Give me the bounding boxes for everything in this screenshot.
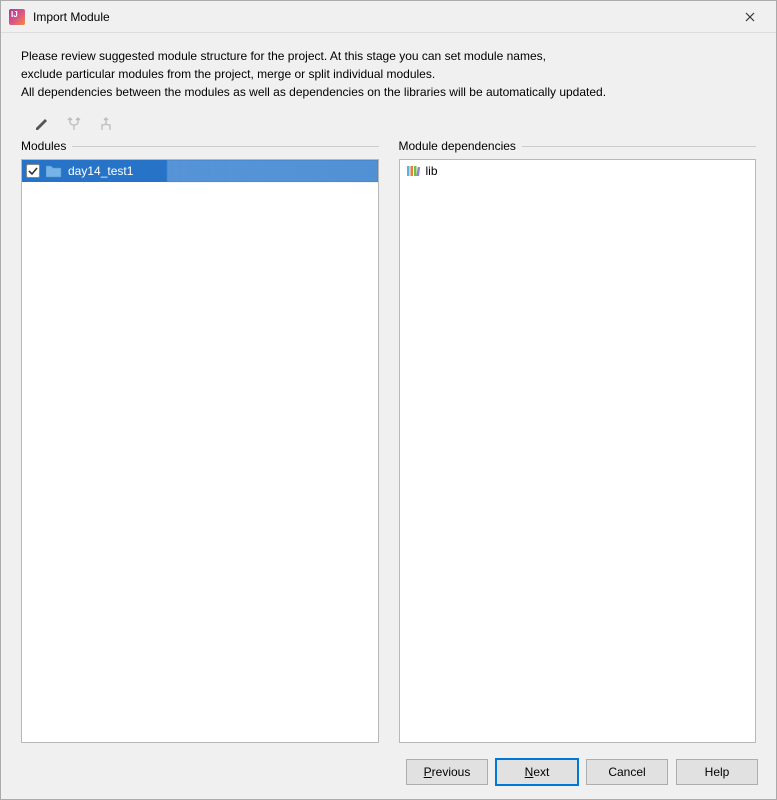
window-title: Import Module bbox=[33, 10, 732, 24]
button-bar: Previous Next Cancel Help bbox=[1, 749, 776, 799]
dependency-name: lib bbox=[426, 164, 438, 178]
edit-button[interactable] bbox=[33, 115, 51, 133]
previous-button[interactable]: Previous bbox=[406, 759, 488, 785]
panels-container: Modules day14_test1 bbox=[21, 139, 756, 743]
module-checkbox[interactable] bbox=[26, 164, 40, 178]
redacted-region bbox=[167, 160, 378, 182]
close-button[interactable] bbox=[732, 3, 768, 31]
module-name: day14_test1 bbox=[68, 164, 133, 178]
merge-icon bbox=[66, 116, 82, 132]
dependencies-panel-header: Module dependencies bbox=[399, 139, 757, 153]
help-button[interactable]: Help bbox=[676, 759, 758, 785]
header-divider bbox=[72, 146, 378, 147]
checkmark-icon bbox=[28, 166, 38, 176]
cancel-button[interactable]: Cancel bbox=[586, 759, 668, 785]
description-text: Please review suggested module structure… bbox=[21, 47, 756, 101]
app-icon bbox=[9, 9, 25, 25]
dependencies-list[interactable]: lib bbox=[399, 159, 757, 743]
next-button[interactable]: Next bbox=[496, 759, 578, 785]
titlebar: Import Module bbox=[1, 1, 776, 33]
import-module-dialog: Import Module Please review suggested mo… bbox=[0, 0, 777, 800]
next-label-rest: ext bbox=[533, 765, 549, 779]
previous-label-rest: revious bbox=[432, 765, 471, 779]
module-item[interactable]: day14_test1 bbox=[22, 160, 378, 182]
folder-icon bbox=[46, 164, 62, 178]
modules-list[interactable]: day14_test1 bbox=[21, 159, 379, 743]
dependencies-panel: Module dependencies lib bbox=[399, 139, 757, 743]
description-line-2: exclude particular modules from the proj… bbox=[21, 65, 756, 83]
split-icon bbox=[98, 116, 114, 132]
close-icon bbox=[745, 12, 755, 22]
description-line-1: Please review suggested module structure… bbox=[21, 47, 756, 65]
modules-panel-header: Modules bbox=[21, 139, 379, 153]
modules-header-label: Modules bbox=[21, 139, 66, 153]
content-area: Please review suggested module structure… bbox=[1, 33, 776, 749]
dependency-item[interactable]: lib bbox=[400, 160, 756, 182]
toolbar bbox=[21, 111, 756, 139]
description-line-3: All dependencies between the modules as … bbox=[21, 83, 756, 101]
dependencies-header-label: Module dependencies bbox=[399, 139, 516, 153]
modules-panel: Modules day14_test1 bbox=[21, 139, 379, 743]
library-icon bbox=[406, 164, 420, 178]
pencil-icon bbox=[34, 116, 50, 132]
header-divider bbox=[522, 146, 756, 147]
split-button bbox=[97, 115, 115, 133]
merge-button bbox=[65, 115, 83, 133]
